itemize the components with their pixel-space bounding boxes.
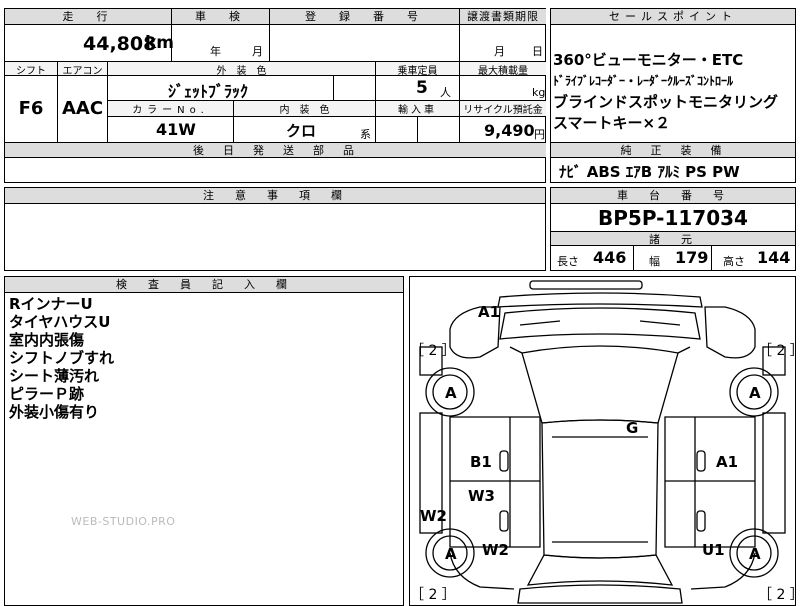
tire-mark: A: [749, 545, 761, 563]
inspector-box: 検 査 員 記 入 欄 RインナーU タイヤハウスU 室内内張傷 シフトノブすれ…: [4, 276, 404, 606]
exterior-color-label: 外 装 色: [107, 61, 375, 77]
sales-point-item: 360°ビューモニター・ETC: [553, 51, 744, 69]
mark-a1-top: A1: [478, 303, 500, 321]
interior-color-value: クロ: [286, 122, 317, 140]
mark-a1-right: A1: [716, 453, 738, 471]
capacity-cell: 5 人: [375, 76, 459, 100]
later-parts-header: 後 日 発 送 部 品: [5, 142, 546, 158]
inspection-header: 車 検: [171, 9, 269, 25]
inspector-remark: 外装小傷有り: [9, 403, 100, 421]
dimensions-header: 諸 元: [551, 231, 795, 246]
width-label: 幅: [649, 255, 660, 268]
transfer-day-unit: 日: [532, 45, 543, 58]
recycle-unit: 円: [534, 128, 545, 141]
mileage-cell: 44,808 km: [5, 25, 175, 61]
dimensions-row: 長さ 446 幅 179 高さ 144: [551, 246, 795, 270]
sales-points-box: セールスポイント 360°ビューモニター・ETC ﾄﾞﾗｲﾌﾞﾚｺｰﾀﾞｰ・ﾚｰ…: [550, 8, 796, 183]
dim-divider: [711, 246, 712, 270]
exterior-color-extra: [333, 76, 375, 100]
import-cell: [375, 117, 417, 142]
inspector-remark: ピラーＰ跡: [9, 385, 85, 403]
mark-u1: U1: [702, 541, 725, 559]
equipment-cell: ﾅﾋﾞ ABS ｴｱB ｱﾙﾐ PS PW: [551, 158, 795, 182]
notes-header: 注 意 事 項 欄: [5, 188, 545, 204]
equipment-items: ﾅﾋﾞ ABS ｴｱB ｱﾙﾐ PS PW: [559, 163, 740, 181]
aircon-label: エアコン: [57, 61, 107, 77]
car-diagram: A1 G B1 A1 W3 W2 W2 U1 A A A A ［ 2 ］ ［ 2…: [410, 280, 795, 604]
recycle-fee-value: 9,490: [484, 121, 535, 140]
inspector-header: 検 査 員 記 入 欄: [5, 277, 403, 293]
mark-w2-inner: W2: [482, 541, 509, 559]
mark-w2-left: W2: [420, 507, 447, 525]
max-load-label: 最大積載量: [459, 61, 546, 77]
inspector-remark: 室内内張傷: [9, 331, 85, 349]
vehicle-info-table: 走 行 車 検 登 録 番 号 譲渡書類期限 44,808 km 年 月 月 日…: [4, 8, 546, 183]
chassis-box: 車 台 番 号 BP5P-117034 諸 元 長さ 446 幅 179 高さ …: [550, 187, 796, 271]
watermark: WEB-STUDIO.PRO: [71, 515, 176, 528]
inspector-remark: タイヤハウスU: [9, 313, 111, 331]
mark-g: G: [626, 419, 638, 437]
interior-color-cell: クロ 系: [233, 117, 375, 142]
tire-mark: A: [445, 545, 457, 563]
height-label: 高さ: [723, 255, 745, 268]
mark-b1: B1: [470, 453, 492, 471]
tire-count: ［ 2 ］: [758, 587, 795, 603]
transfer-deadline-header: 譲渡書類期限: [459, 9, 546, 25]
color-no-value: 41W: [156, 120, 196, 139]
inspection-year-unit: 年: [210, 45, 221, 58]
equipment-header: 純 正 装 備: [551, 142, 795, 158]
length-value: 446: [593, 248, 627, 267]
mileage-header: 走 行: [5, 9, 171, 25]
tire-count: ［ 2 ］: [758, 343, 795, 359]
tire-count: ［ 2 ］: [410, 587, 456, 603]
shift-label: シフト: [5, 61, 57, 77]
capacity-value: 5: [416, 78, 428, 98]
inspector-remark: シート薄汚れ: [9, 367, 100, 385]
interior-color-label: 内 装 色: [233, 100, 375, 117]
width-value: 179: [675, 248, 709, 267]
recycle-label: リサイクル預託金: [459, 100, 546, 117]
inspector-remark: RインナーU: [9, 295, 93, 313]
exterior-color-cell: ｼﾞｪｯﾄﾌﾞﾗｯｸ: [107, 76, 333, 101]
shift-value: F6: [18, 98, 44, 119]
notes-box: 注 意 事 項 欄: [4, 187, 546, 271]
dim-divider: [633, 246, 634, 270]
tire-mark: A: [445, 384, 457, 402]
import-label: 輸入車: [375, 100, 459, 117]
sales-points-header: セールスポイント: [551, 9, 795, 25]
inspection-cell: 年 月: [171, 25, 269, 61]
mark-w3: W3: [468, 487, 495, 505]
transfer-deadline-cell: 月 日: [459, 25, 546, 61]
registration-cell: [269, 25, 459, 61]
capacity-label: 乗車定員: [375, 61, 459, 77]
later-parts-cell: [5, 158, 546, 182]
registration-header: 登 録 番 号: [269, 9, 459, 25]
exterior-color-value: ｼﾞｪｯﾄﾌﾞﾗｯｸ: [168, 82, 249, 101]
tire-mark: A: [749, 384, 761, 402]
recycle-cell: 9,490 円: [459, 117, 546, 142]
aircon-value: AAC: [57, 76, 107, 142]
interior-color-suffix: 系: [360, 128, 371, 141]
transfer-month-unit: 月: [494, 45, 505, 58]
color-no-cell: 41W: [107, 117, 233, 142]
tire-count: ［ 2 ］: [410, 343, 456, 359]
capacity-unit: 人: [440, 86, 451, 99]
chassis-number: BP5P-117034: [598, 206, 748, 230]
length-label: 長さ: [557, 255, 579, 268]
color-no-label: カラーNo.: [107, 100, 233, 117]
sales-point-item: ブラインドスポットモニタリング: [553, 93, 779, 111]
chassis-header: 車 台 番 号: [551, 188, 795, 204]
inspection-month-unit: 月: [252, 45, 263, 58]
sales-point-item: スマートキー×２: [553, 114, 671, 132]
max-load-cell: kg: [459, 76, 546, 100]
sales-point-item: ﾄﾞﾗｲﾌﾞﾚｺｰﾀﾞｰ・ﾚｰﾀﾞｰｸﾙｰｽﾞｺﾝﾄﾛｰﾙ: [553, 74, 734, 88]
inspector-remark: シフトノブすれ: [9, 349, 115, 367]
import-cell-2: [417, 117, 459, 142]
mileage-unit: km: [145, 33, 175, 53]
car-diagram-box: A1 G B1 A1 W3 W2 W2 U1 A A A A ［ 2 ］ ［ 2…: [409, 276, 796, 606]
max-load-unit: kg: [532, 86, 546, 99]
height-value: 144: [757, 248, 791, 267]
